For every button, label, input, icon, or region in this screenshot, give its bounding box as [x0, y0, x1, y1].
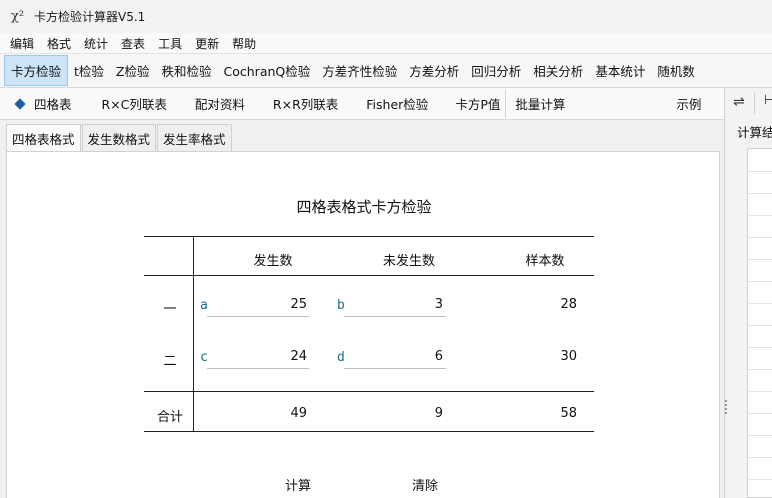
tab-basic-stats[interactable]: 基本统计 [589, 55, 651, 86]
result-grid-line [748, 281, 772, 282]
input-b-value[interactable]: 3 [353, 297, 443, 312]
selected-diamond-icon [14, 97, 26, 110]
result-grid-line [748, 303, 772, 304]
swap-icon[interactable]: ⇌ [733, 94, 745, 110]
row-1-total: 28 [560, 297, 577, 312]
tab-regression[interactable]: 回归分析 [465, 55, 527, 86]
sum-col-1: 49 [290, 406, 307, 421]
sub-example[interactable]: 示例 [676, 88, 701, 120]
input-c-underline [207, 368, 309, 369]
cell-letter-b: b [337, 298, 345, 313]
result-grid-line [748, 325, 772, 326]
tab-rank-sum[interactable]: 秩和检验 [156, 55, 218, 86]
format-tab-bar: 四格表格式 发生数格式 发生率格式 [6, 124, 233, 152]
table-header-rule [144, 275, 594, 276]
table-bottom-rule [144, 431, 594, 432]
menu-update[interactable]: 更新 [189, 35, 226, 52]
row-label-group-1: 一 [163, 302, 177, 317]
tab-fourfold-format[interactable]: 四格表格式 [6, 124, 81, 151]
sub-paired-data[interactable]: 配对资料 [195, 88, 245, 120]
app-chi-square-icon: χ² [11, 9, 25, 24]
input-c-value[interactable]: 24 [217, 349, 307, 364]
tab-cochran-q[interactable]: CochranQ检验 [218, 55, 317, 86]
tab-rate-format[interactable]: 发生率格式 [157, 124, 232, 151]
result-grid-line [748, 479, 772, 480]
input-a-underline [207, 316, 309, 317]
sub-fourfold-table[interactable]: 四格表 [14, 88, 72, 120]
input-b-underline [344, 316, 446, 317]
row-label-group-2: 二 [163, 354, 177, 369]
result-panel: ⇌ ⊢ 计算结果 [724, 88, 772, 498]
row-2-total: 30 [560, 349, 577, 364]
menu-help[interactable]: 帮助 [226, 35, 263, 52]
sub-rxc-table[interactable]: R×C列联表 [102, 88, 167, 120]
table-top-rule [144, 236, 594, 237]
col-header-occurred: 发生数 [253, 254, 293, 269]
input-canvas: 四格表格式卡方检验 发生数 未发生数 样本数 一 a 25 b 3 28 二 c… [6, 151, 720, 498]
tab-random-number[interactable]: 随机数 [651, 55, 701, 86]
input-a-value[interactable]: 25 [217, 297, 307, 312]
sub-rxr-table[interactable]: R×R列联表 [273, 88, 338, 120]
tab-t-test[interactable]: t检验 [68, 55, 110, 86]
result-grid-line [748, 259, 772, 260]
sub-toolbar: 四格表 R×C列联表 配对资料 R×R列联表 Fisher检验 卡方P值 批量计… [0, 88, 724, 120]
col-header-not-occurred: 未发生数 [382, 254, 435, 269]
table-sum-rule [144, 391, 594, 392]
result-grid-line [748, 435, 772, 436]
result-grid-line [748, 391, 772, 392]
result-grid-line [748, 215, 772, 216]
result-grid-line [748, 193, 772, 194]
tab-z-test[interactable]: Z检验 [110, 55, 156, 86]
result-panel-title: 计算结果 [737, 125, 772, 140]
result-panel-separator [754, 92, 755, 114]
sub-toolbar-separator [505, 89, 507, 118]
result-grid-line [748, 457, 772, 458]
input-d-underline [344, 368, 446, 369]
tab-anova[interactable]: 方差分析 [403, 55, 465, 86]
menu-lookup-table[interactable]: 查表 [115, 35, 152, 52]
sum-total: 58 [560, 406, 577, 421]
panel-splitter-handle[interactable] [724, 398, 728, 420]
window-title: 卡方检验计算器V5.1 [34, 10, 146, 24]
result-grid-line [748, 171, 772, 172]
cell-letter-d: d [337, 350, 345, 365]
cell-letter-c: c [200, 350, 208, 365]
result-grid-line [748, 347, 772, 348]
clear-button[interactable]: 清除 [412, 475, 438, 494]
menu-format[interactable]: 格式 [41, 35, 78, 52]
sum-row-label: 合计 [156, 410, 183, 425]
calculate-button[interactable]: 计算 [285, 475, 311, 494]
tab-count-format[interactable]: 发生数格式 [81, 124, 157, 151]
tab-chi-square[interactable]: 卡方检验 [4, 55, 69, 86]
col-header-sample-size: 样本数 [525, 254, 565, 269]
menu-edit[interactable]: 编辑 [0, 35, 41, 52]
cell-letter-a: a [200, 298, 208, 313]
result-grid-line [748, 369, 772, 370]
input-d-value[interactable]: 6 [353, 349, 443, 364]
tab-variance-homogeneity[interactable]: 方差齐性检验 [316, 55, 403, 86]
result-grid-line [748, 237, 772, 238]
sub-batch-calc[interactable]: 批量计算 [515, 88, 565, 120]
sub-chi-square-p[interactable]: 卡方P值 [455, 88, 500, 120]
table-title: 四格表格式卡方检验 [296, 198, 432, 216]
menu-bar: 编辑 格式 统计 查表 工具 更新 帮助 [0, 33, 772, 54]
sum-col-2: 9 [434, 406, 443, 421]
sub-fourfold-table-label: 四格表 [34, 97, 72, 112]
table-label-divider [193, 236, 194, 432]
module-tab-bar: 卡方检验 t检验 Z检验 秩和检验 CochranQ检验 方差齐性检验 方差分析… [0, 54, 772, 88]
tab-correlation[interactable]: 相关分析 [527, 55, 589, 86]
result-grid-line [748, 413, 772, 414]
menu-statistics[interactable]: 统计 [78, 35, 115, 52]
menu-tools[interactable]: 工具 [152, 35, 189, 52]
sub-fisher-test[interactable]: Fisher检验 [366, 88, 428, 120]
title-bar: χ² 卡方检验计算器V5.1 [0, 0, 772, 33]
result-grid[interactable] [747, 148, 772, 498]
result-toolbar-icon[interactable]: ⊢ [764, 93, 772, 108]
